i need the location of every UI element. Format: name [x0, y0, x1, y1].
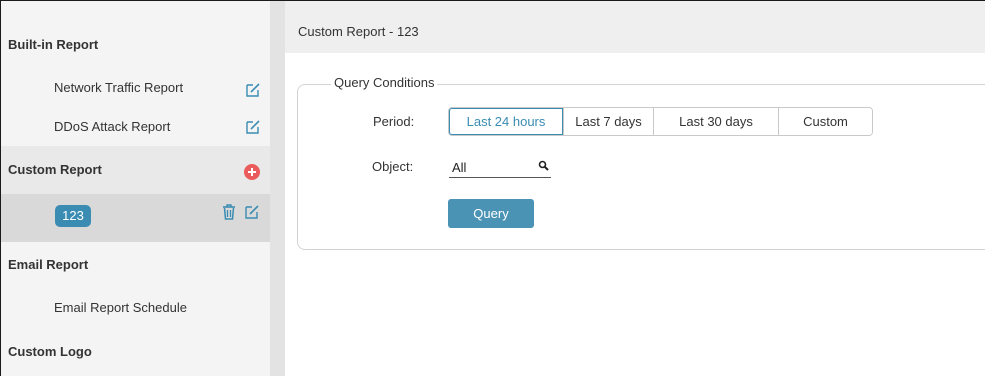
sidebar-item-email-report-schedule[interactable]: Email Report Schedule	[1, 288, 270, 328]
sidebar-item-ddos-attack-report[interactable]: DDoS Attack Report	[1, 107, 270, 147]
edit-icon[interactable]	[245, 82, 261, 98]
sidebar-title-custom: Custom Report	[8, 162, 102, 177]
sidebar-item-label: Network Traffic Report	[54, 80, 184, 95]
add-icon[interactable]	[244, 164, 260, 180]
period-option-last-30-days[interactable]: Last 30 days	[653, 108, 778, 135]
main-header: Custom Report - 123	[285, 1, 985, 53]
sidebar-title-email: Email Report	[8, 257, 89, 272]
sidebar-item-label: Email Report Schedule	[54, 300, 187, 315]
period-option-last-7-days[interactable]: Last 7 days	[563, 108, 653, 135]
search-icon[interactable]	[538, 160, 549, 171]
period-selector: Last 24 hours Last 7 days Last 30 days C…	[448, 107, 873, 136]
object-value: All	[452, 160, 467, 175]
sidebar: Built-in Report Network Traffic Report D…	[1, 1, 270, 376]
object-selector[interactable]: All	[449, 157, 551, 178]
period-label: Period:	[373, 114, 415, 129]
object-label: Object:	[372, 159, 414, 174]
sidebar-item-custom-logo[interactable]: Custom Logo	[8, 344, 92, 359]
period-option-last-24-hours[interactable]: Last 24 hours	[449, 108, 563, 135]
report-name-badge[interactable]: 123	[55, 205, 91, 227]
sidebar-divider	[270, 1, 285, 376]
query-conditions-legend: Query Conditions	[331, 75, 438, 90]
edit-icon[interactable]	[244, 204, 260, 220]
period-option-custom[interactable]: Custom	[778, 108, 872, 135]
query-button[interactable]: Query	[448, 199, 534, 228]
sidebar-section-custom-report: Custom Report	[1, 146, 270, 194]
trash-icon[interactable]	[222, 204, 236, 220]
sidebar-title-builtin: Built-in Report	[8, 37, 99, 52]
edit-icon[interactable]	[245, 119, 261, 135]
sidebar-item-custom-report-123[interactable]: 123	[1, 194, 270, 242]
sidebar-item-network-traffic-report[interactable]: Network Traffic Report	[1, 68, 270, 108]
page-title: Custom Report - 123	[298, 24, 419, 39]
sidebar-item-label: DDoS Attack Report	[54, 119, 171, 134]
